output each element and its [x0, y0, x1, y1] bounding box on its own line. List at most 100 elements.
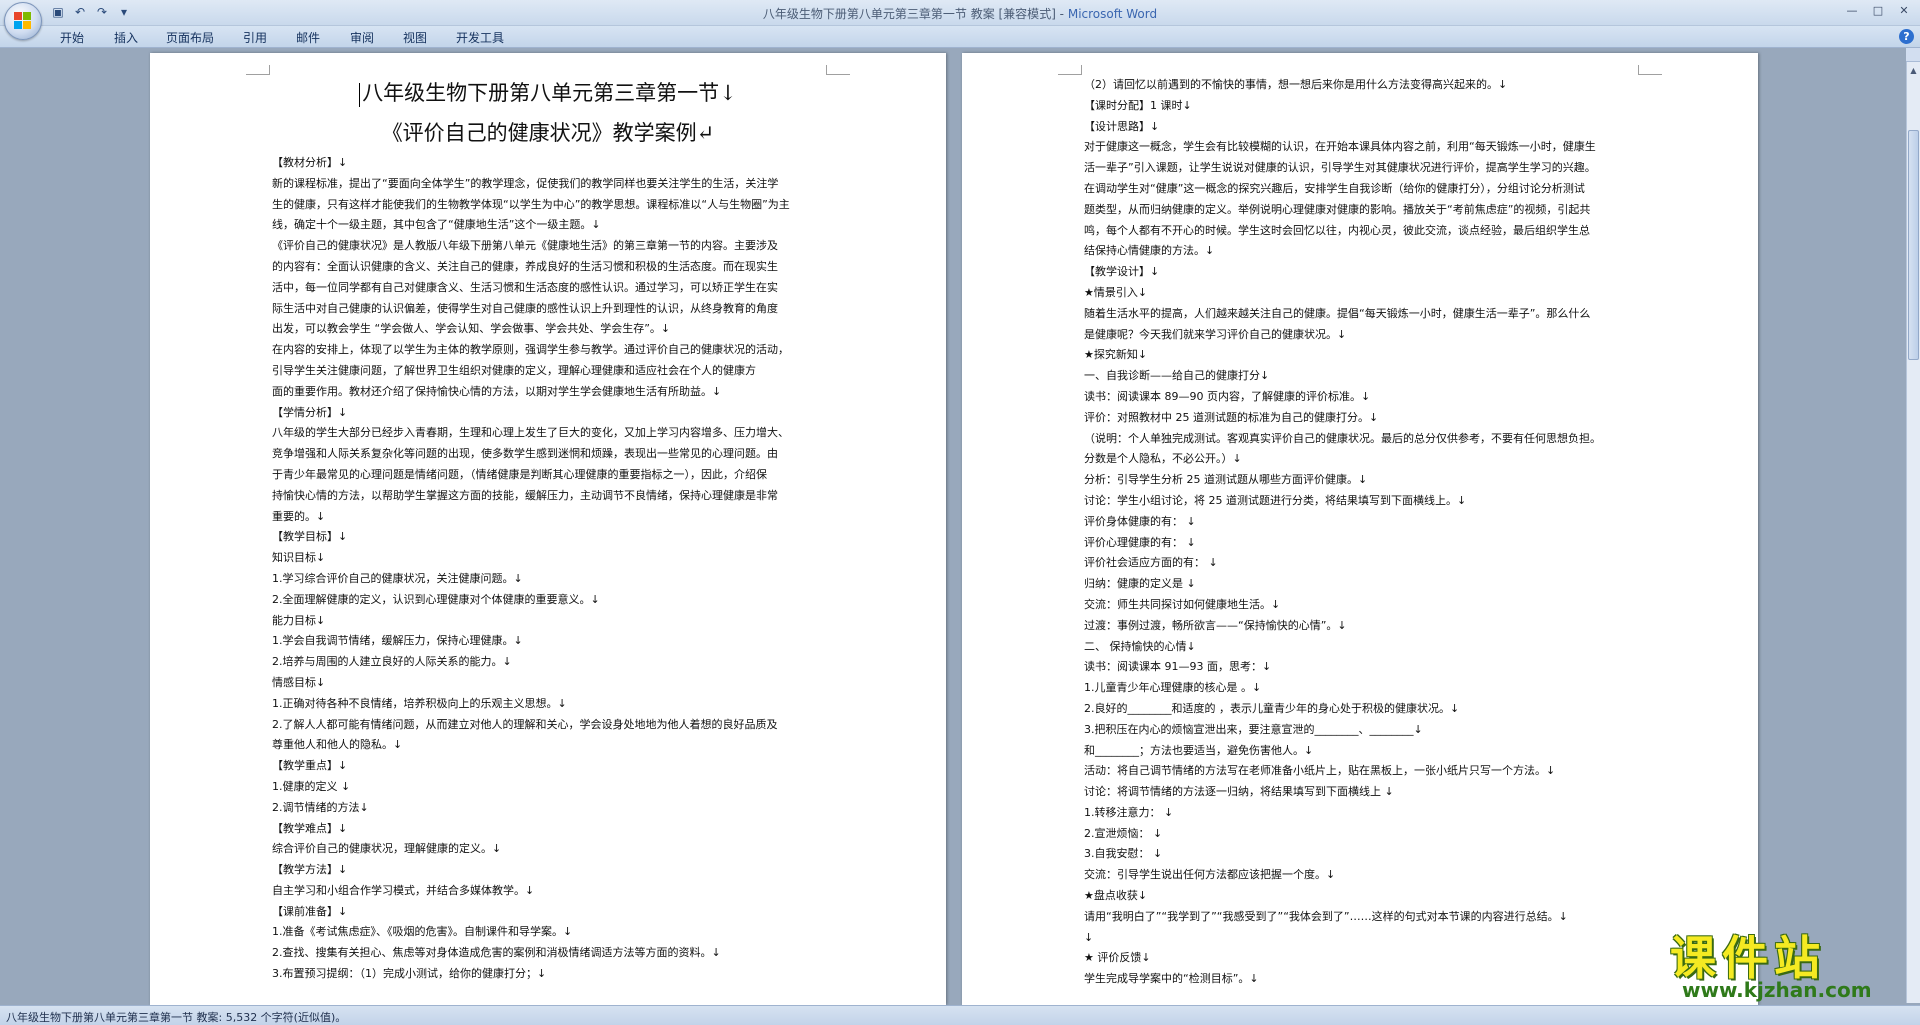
tab-developer[interactable]: 开发工具	[456, 29, 504, 46]
text-line: 于青少年最常见的心理问题是情绪问题，（情绪健康是判断其心理健康的重要指标之一），…	[272, 467, 767, 481]
app-name: Microsoft Word	[1067, 7, 1158, 21]
doc-title-line-2: 《评价自己的健康状况》教学案例↵	[381, 121, 715, 145]
text-line: 八年级的学生大部分已经步入青春期，生理和心理上发生了巨大的变化，又加上学习内容增…	[272, 426, 789, 440]
text-line: 讨论：将调节情绪的方法逐一归纳，将结果填写到下面横线上 ↓	[1084, 785, 1394, 799]
document-page-2[interactable]: （2）请回忆以前遇到的不愉快的事情，想一想后来你是用什么方法变得高兴起来的。↓ 【…	[962, 53, 1758, 1005]
text-line: ↓	[1084, 930, 1094, 944]
page-1-content: 八年级生物下册第八单元第三章第一节↓ 《评价自己的健康状况》教学案例↵ 【教材分…	[272, 73, 824, 985]
text-line: 【学情分析】↓	[272, 405, 348, 419]
text-line: 1.学会自我调节情绪，缓解压力，保持心理健康。↓	[272, 634, 523, 648]
text-line: 1.健康的定义 ↓	[272, 779, 351, 793]
text-line: 【课时分配】1 课时↓	[1084, 98, 1192, 112]
text-line: 活一辈子”引入课题，让学生说说对健康的认识，引导学生对其健康状况进行评价，提高学…	[1084, 161, 1596, 175]
text-line: 和________；方法也要适当，避免伤害他人。↓	[1084, 743, 1314, 757]
text-line: 能力目标↓	[272, 613, 326, 627]
text-line: 【课前准备】↓	[272, 904, 348, 918]
text-line: 自主学习和小组合作学习模式，并结合多媒体教学。↓	[272, 883, 535, 897]
vertical-scrollbar[interactable]: ▲	[1906, 48, 1920, 1003]
text-line: 2.宣泄烦恼： ↓	[1084, 826, 1163, 840]
text-line: 《评价自己的健康状况》是人教版八年级下册第八单元《健康地生活》的第三章第一节的内…	[272, 239, 778, 253]
page-2-body: （2）请回忆以前遇到的不愉快的事情，想一想后来你是用什么方法变得高兴起来的。↓ 【…	[1084, 75, 1636, 990]
text-line: 2.查找、搜集有关担心、焦虑等对身体造成危害的案例和消极情绪调适方法等方面的资料…	[272, 946, 721, 960]
text-line: 对于健康这一概念，学生会有比较模糊的认识，在开始本课具体内容之前，利用“每天锻炼…	[1084, 140, 1596, 154]
help-icon[interactable]: ?	[1899, 29, 1914, 44]
text-line: 的内容有：全面认识健康的含义、关注自己的健康，养成良好的生活习惯和积极的生活态度…	[272, 259, 778, 273]
text-line: 二、 保持愉快的心情↓	[1084, 639, 1196, 653]
text-line: ★盘点收获↓	[1084, 889, 1148, 903]
text-line: 评价社会适应方面的有： ↓	[1084, 556, 1218, 570]
scroll-thumb[interactable]	[1908, 130, 1919, 360]
text-line: 【教学难点】↓	[272, 821, 348, 835]
watermark-logo: 课件站 www.kjzhan.com	[1660, 922, 1900, 1002]
text-line: 随着生活水平的提高，人们越来越关注自己的健康。提倡“每天锻炼一小时，健康生活一辈…	[1084, 306, 1591, 320]
text-line: 线，确定十个一级主题，其中包含了“健康地生活”这个一级主题。↓	[272, 218, 601, 232]
text-line: 【教学设计】↓	[1084, 265, 1160, 279]
text-line: 交流：师生共同探讨如何健康地生活。↓	[1084, 597, 1281, 611]
text-line: 2.调节情绪的方法↓	[272, 800, 369, 814]
text-line: 读书：阅读课本 89—90 页内容，了解健康的评价标准。↓	[1084, 389, 1371, 403]
tab-review[interactable]: 审阅	[350, 29, 374, 46]
text-line: 【教材分析】↓	[272, 156, 348, 169]
text-line: 学生完成导学案中的“检测目标”。↓	[1084, 972, 1259, 986]
tab-page-layout[interactable]: 页面布局	[166, 29, 214, 46]
text-line: 1.正确对待各种不良情绪，培养积极向上的乐观主义思想。↓	[272, 696, 567, 710]
text-line: 1.准备《考试焦虑症》、《吸烟的危害》。自制课件和导学案。↓	[272, 925, 573, 939]
word-count-status[interactable]: 八年级生物下册第八单元第三章第一节 教案: 5,532 个字符(近似值)。	[6, 1009, 346, 1025]
text-line: 讨论：学生小组讨论，将 25 道测试题进行分类，将结果填写到下面横线上。↓	[1084, 493, 1467, 507]
text-line: 2.了解人人都可能有情绪问题，从而建立对他人的理解和关心，学会设身处地地为他人着…	[272, 717, 778, 731]
close-icon[interactable]: ✕	[1892, 2, 1916, 20]
page-1-body: 【教材分析】↓ 新的课程标准，提出了“要面向全体学生”的教学理念，促使我们的教学同…	[272, 153, 824, 985]
text-line: 一、自我诊断——给自己的健康打分↓	[1084, 369, 1270, 383]
text-line: （说明：个人单独完成测试。客观真实评价自己的健康状况。最后的总分仅供参考，不要有…	[1084, 431, 1601, 445]
text-line: 过渡：事例过渡，畅所欲言——“保持愉快的心情”。↓	[1084, 618, 1347, 632]
text-cursor	[359, 82, 361, 107]
text-line: 【教学方法】↓	[272, 863, 348, 877]
text-line: 2.全面理解健康的定义，认识到心理健康对个体健康的重要意义。↓	[272, 592, 600, 606]
window-title: 八年级生物下册第八单元第三章第一节 教案 [兼容模式] - Microsoft …	[0, 5, 1920, 22]
text-line: 活动：将自己调节情绪的方法写在老师准备小纸片上，贴在黑板上，一张小纸片只写一个方…	[1084, 764, 1556, 778]
window-controls: — □ ✕	[1840, 2, 1916, 20]
text-line: 1.儿童青少年心理健康的核心是 。↓	[1084, 681, 1262, 695]
doc-title-line-1: 八年级生物下册第八单元第三章第一节↓	[272, 73, 824, 113]
minimize-icon[interactable]: —	[1840, 2, 1864, 20]
tab-mailings[interactable]: 邮件	[296, 29, 320, 46]
tab-references[interactable]: 引用	[243, 29, 267, 46]
tab-home[interactable]: 开始	[60, 29, 84, 46]
ruler-toggle-icon[interactable]	[1906, 48, 1920, 62]
text-line: 题类型，从而归纳健康的定义。举例说明心理健康对健康的影响。播放关于“考前焦虑症”…	[1084, 202, 1591, 216]
text-line: 出发，可以教会学生 “学会做人、学会认知、学会做事、学会共处、学会生存”。↓	[272, 322, 671, 336]
office-logo-icon	[14, 12, 32, 30]
text-line: 评价身体健康的有： ↓	[1084, 514, 1196, 528]
text-line: ★ 评价反馈↓	[1084, 951, 1151, 965]
text-line: 【教学重点】↓	[272, 759, 348, 773]
text-line: 分析：引导学生分析 25 道测试题从哪些方面评价健康。↓	[1084, 473, 1368, 487]
text-line: 在调动学生对“健康”这一概念的探究兴趣后，安排学生自我诊断（给你的健康打分），分…	[1084, 181, 1585, 195]
document-page-1[interactable]: 八年级生物下册第八单元第三章第一节↓ 《评价自己的健康状况》教学案例↵ 【教材分…	[150, 53, 946, 1005]
page-2-content: （2）请回忆以前遇到的不愉快的事情，想一想后来你是用什么方法变得高兴起来的。↓ 【…	[1084, 75, 1636, 990]
text-line: 竞争增强和人际关系复杂化等问题的出现，使多数学生感到迷惘和烦躁，表现出一些常见的…	[272, 447, 778, 461]
scroll-up-icon[interactable]: ▲	[1907, 64, 1920, 78]
tab-view[interactable]: 视图	[403, 29, 427, 46]
text-line: 读书：阅读课本 91—93 面，思考：↓	[1084, 660, 1272, 674]
crop-mark	[826, 65, 850, 75]
tab-insert[interactable]: 插入	[114, 29, 138, 46]
text-line: 情感目标↓	[272, 675, 326, 689]
maximize-icon[interactable]: □	[1866, 2, 1890, 20]
crop-mark	[1058, 65, 1082, 75]
text-line: 结保持心情健康的方法。↓	[1084, 244, 1215, 258]
text-line: 1.转移注意力： ↓	[1084, 805, 1174, 819]
office-button[interactable]	[4, 2, 42, 40]
text-line: 在内容的安排上，体现了以学生为主体的教学原则，强调学生参与教学。通过评价自己的健…	[272, 343, 789, 357]
text-line: 分数是个人隐私，不必公开。）↓	[1084, 452, 1242, 466]
text-line: 知识目标↓	[272, 551, 326, 565]
text-line: 3.把积压在内心的烦恼宣泄出来，要注意宣泄的________、________↓	[1084, 722, 1423, 736]
text-line: 尊重他人和他人的隐私。↓	[272, 738, 403, 752]
text-line: ★情景引入↓	[1084, 285, 1148, 299]
text-line: 归纳：健康的定义是 ↓	[1084, 577, 1196, 591]
text-line: 1.学习综合评价自己的健康状况，关注健康问题。↓	[272, 571, 523, 585]
text-line: 重要的。↓	[272, 509, 326, 523]
text-line: 评价：对照教材中 25 道测试题的标准为自己的健康打分。↓	[1084, 410, 1379, 424]
status-bar: 八年级生物下册第八单元第三章第一节 教案: 5,532 个字符(近似值)。	[0, 1005, 1920, 1025]
watermark-url: www.kjzhan.com	[1682, 978, 1872, 1002]
text-line: 2.良好的________和适度的 ，表示儿童青少年的身心处于积极的健康状况。↓	[1084, 701, 1460, 715]
